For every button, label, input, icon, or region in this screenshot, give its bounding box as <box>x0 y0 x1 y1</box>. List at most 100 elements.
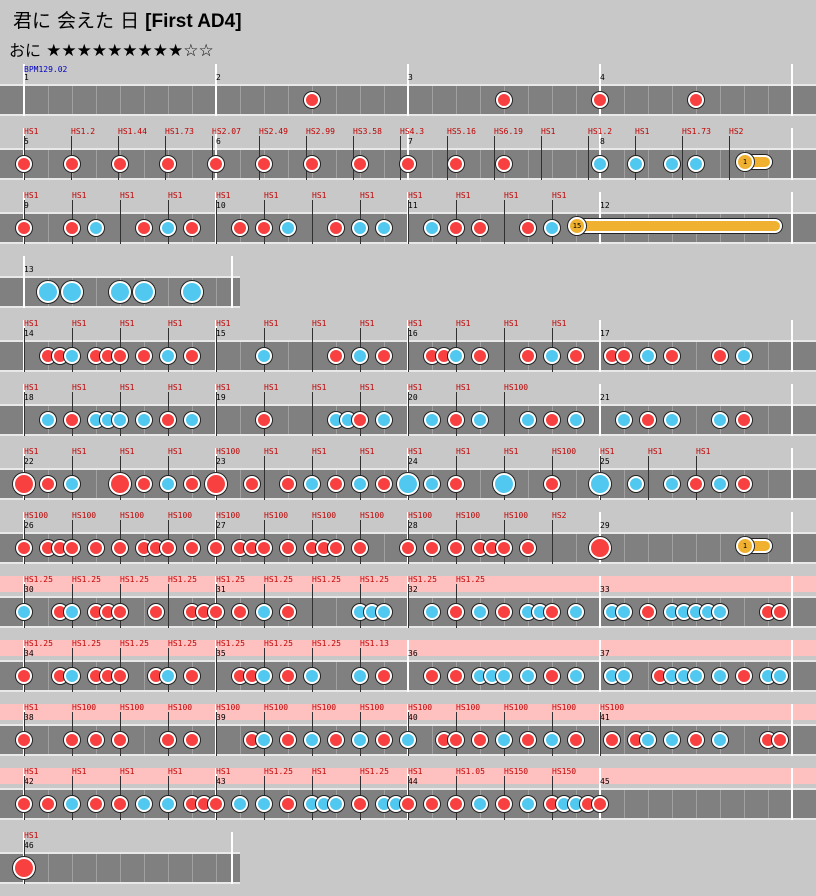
don-note <box>304 156 320 172</box>
don-note <box>376 668 392 684</box>
scroll-speed-marker <box>264 456 265 500</box>
scroll-speed-label: HS1.25 <box>120 575 149 584</box>
beat-line <box>144 86 145 114</box>
measure-number: 26 <box>24 521 34 530</box>
ka-note <box>712 732 728 748</box>
ka-note <box>448 348 464 364</box>
don-note <box>448 540 464 556</box>
scroll-speed-label: HS1 <box>504 447 519 456</box>
don-note <box>424 796 440 812</box>
scroll-speed-marker <box>120 200 121 244</box>
ka-note <box>136 796 152 812</box>
beat-line <box>624 470 625 498</box>
beat-line <box>624 86 625 114</box>
don-note <box>376 348 392 364</box>
measure-number: 20 <box>408 393 418 402</box>
beat-line <box>432 150 433 178</box>
measure-number: 34 <box>24 649 34 658</box>
bpm-label: BPM129.02 <box>24 65 68 74</box>
scroll-speed-label: HS1 <box>264 447 279 456</box>
don-note <box>328 476 344 492</box>
beat-line <box>48 214 49 242</box>
don-note <box>472 348 488 364</box>
scroll-speed-label: HS100 <box>216 511 241 520</box>
ka-note <box>112 412 128 428</box>
scroll-speed-label: HS1 <box>312 767 327 776</box>
scroll-speed-label: HS1 <box>600 447 615 456</box>
beat-line <box>624 150 625 178</box>
don-note <box>256 156 272 172</box>
measure-number: 14 <box>24 329 34 338</box>
beat-line <box>240 726 241 754</box>
scroll-speed-marker <box>312 392 313 436</box>
beat-line <box>48 854 49 882</box>
ka-note <box>568 604 584 620</box>
ka-note <box>328 796 344 812</box>
don-note <box>160 412 176 428</box>
ka-note <box>400 732 416 748</box>
measure-number: 46 <box>24 841 34 850</box>
scroll-speed-label: HS1 <box>72 191 87 200</box>
chart-row: 30 31 32 33 HS1.25 HS1.25 HS1.25 HS1.25 HS1.25 HS… <box>0 576 816 640</box>
barline <box>231 256 233 308</box>
ka-note <box>628 476 644 492</box>
ka-note <box>352 220 368 236</box>
scroll-speed-label: HS1.25 <box>72 575 101 584</box>
beat-line <box>192 86 193 114</box>
don-note <box>688 476 704 492</box>
scroll-speed-label: HS2.07 <box>212 127 241 136</box>
scroll-speed-label: HS1.25 <box>264 575 293 584</box>
scroll-speed-marker <box>408 200 409 244</box>
difficulty-stars-empty: ☆☆ <box>183 41 214 61</box>
scroll-speed-label: HS1 <box>456 383 471 392</box>
scroll-speed-label: HS1 <box>264 319 279 328</box>
scroll-speed-label: HS100 <box>216 703 241 712</box>
scroll-speed-label: HS1.25 <box>216 575 245 584</box>
scroll-speed-label: HS1 <box>456 447 471 456</box>
beat-line <box>432 86 433 114</box>
scroll-speed-label: HS1 <box>696 447 711 456</box>
ka-note <box>160 476 176 492</box>
measure-number: 44 <box>408 777 418 786</box>
don-note <box>496 796 512 812</box>
beat-line <box>648 86 649 114</box>
beat-line <box>744 86 745 114</box>
don-note <box>208 604 224 620</box>
don-note <box>40 476 56 492</box>
don-note <box>544 604 560 620</box>
big-ka-note <box>397 473 419 495</box>
don-note <box>448 604 464 620</box>
measure-number: 21 <box>600 393 610 402</box>
don-note <box>88 732 104 748</box>
beat-line <box>384 534 385 562</box>
beat-line <box>672 534 673 562</box>
scroll-speed-marker <box>24 328 25 372</box>
ka-note <box>616 604 632 620</box>
chart-row: 9 10 11 12 HS1 HS1 HS1 HS1 HS1 HS1 HS1 HS1 HS1 HS1 HS1… <box>0 192 816 256</box>
measure-number: 13 <box>24 265 34 274</box>
scroll-speed-marker <box>494 136 495 180</box>
barline <box>791 704 793 756</box>
don-note <box>640 604 656 620</box>
beat-line <box>168 278 169 306</box>
difficulty-label: おに <box>9 41 42 60</box>
beat-line <box>336 86 337 114</box>
measure-number: 43 <box>216 777 226 786</box>
ka-note <box>496 732 512 748</box>
don-note <box>328 540 344 556</box>
measure-number: 25 <box>600 457 610 466</box>
difficulty-line: おに ★★★★★★★★★☆☆ <box>9 37 214 61</box>
scroll-speed-label: HS1.2 <box>588 127 613 136</box>
measure-number: 8 <box>600 137 605 146</box>
scroll-speed-label: HS1 <box>264 191 279 200</box>
ka-note <box>88 220 104 236</box>
beat-line <box>768 86 769 114</box>
ka-note <box>160 796 176 812</box>
scroll-speed-marker <box>447 136 448 180</box>
don-note <box>16 540 32 556</box>
barline <box>231 832 233 884</box>
scroll-speed-label: HS1 <box>504 191 519 200</box>
scroll-speed-marker <box>168 584 169 628</box>
scroll-speed-label: HS1 <box>312 447 327 456</box>
scroll-speed-marker <box>408 328 409 372</box>
